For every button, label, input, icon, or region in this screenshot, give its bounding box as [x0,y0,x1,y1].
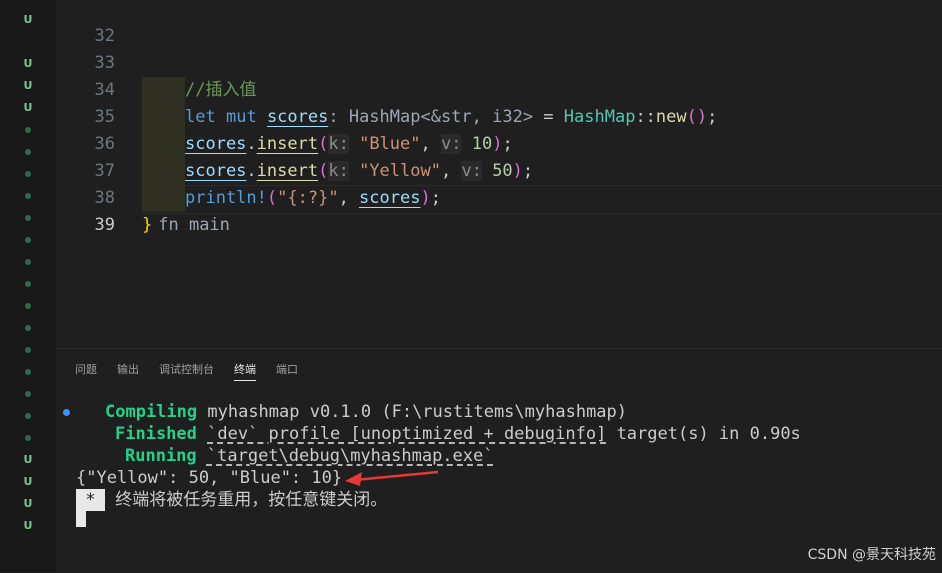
gutter-marker: U [23,497,33,510]
tab-ports[interactable]: 端口 [276,361,298,381]
gutter-marker [0,366,56,375]
gutter-marker [0,168,56,177]
gutter-marker [0,278,56,287]
tab-debug-console[interactable]: 调试控制台 [159,361,214,381]
tab-terminal[interactable]: 终端 [234,361,256,381]
gutter-marker [0,300,56,309]
gutter-marker: U [23,57,33,70]
tab-output[interactable]: 输出 [117,361,139,381]
code-line-36: 36 scores.insert(k: "Yellow", v: 50); [56,104,942,185]
gutter-marker [0,212,56,221]
terminal-line-finished: Finished `dev` profile [unoptimized + de… [115,424,801,444]
closing-brace: } [142,215,153,235]
terminal-line-close-msg: * 终端将被任务重用，按任意键关闭。 [76,489,387,511]
gutter-marker [0,344,56,353]
gutter-marker [0,234,56,243]
gutter-marker: U [23,13,33,26]
command-status-icon [63,409,70,416]
terminal-cursor [76,511,86,527]
code-line-38: 38 } fn main [56,158,942,235]
code-line-35: 35 scores.insert(k: "Blue", v: 10); [56,77,942,158]
gutter-marker: U [23,101,33,114]
code-line-37: 37 println!("{:?}", scores); [56,131,942,212]
fn-main-inlay-hint: fn main [158,215,230,235]
code-line-33: 33 //插入值 [56,23,942,104]
code-line-32: 32 [56,0,942,46]
gutter-marker [0,388,56,397]
program-output: {"Yellow": 50, "Blue": 10} [76,468,343,488]
tab-problems[interactable]: 问题 [75,361,97,381]
gutter-marker [0,322,56,331]
gutter-marker [0,410,56,419]
source-control-gutter: UUUUUUUU [0,0,56,572]
code-line-39: 39 [56,185,942,235]
code-line-34: 34 let mut scores: HashMap<&str, i32> = … [56,50,942,131]
gutter-marker: U [23,475,33,488]
gutter-marker: U [23,453,33,466]
terminal-line-compiling: Compiling myhashmap v0.1.0 (F:\rustitems… [105,402,628,422]
gutter-marker [0,124,56,133]
code-editor[interactable]: 32 33 //插入值 34 let mut scores: HashMap<&… [56,0,942,348]
watermark: CSDN @景天科技苑 [807,547,936,563]
bottom-panel: 问题 输出 调试控制台 终端 端口 Compiling myhashmap v0… [56,348,942,573]
gutter-marker [0,256,56,265]
task-star: * [76,489,105,511]
gutter-marker [0,190,56,199]
gutter-marker [0,146,56,155]
gutter-marker: U [23,519,33,532]
gutter-marker [0,432,56,441]
panel-tabs: 问题 输出 调试控制台 终端 端口 [75,361,318,381]
gutter-marker: U [23,79,33,92]
terminal-line-running: Running `target\debug\myhashmap.exe` [125,446,494,466]
line-number-active: 39 [94,215,115,235]
